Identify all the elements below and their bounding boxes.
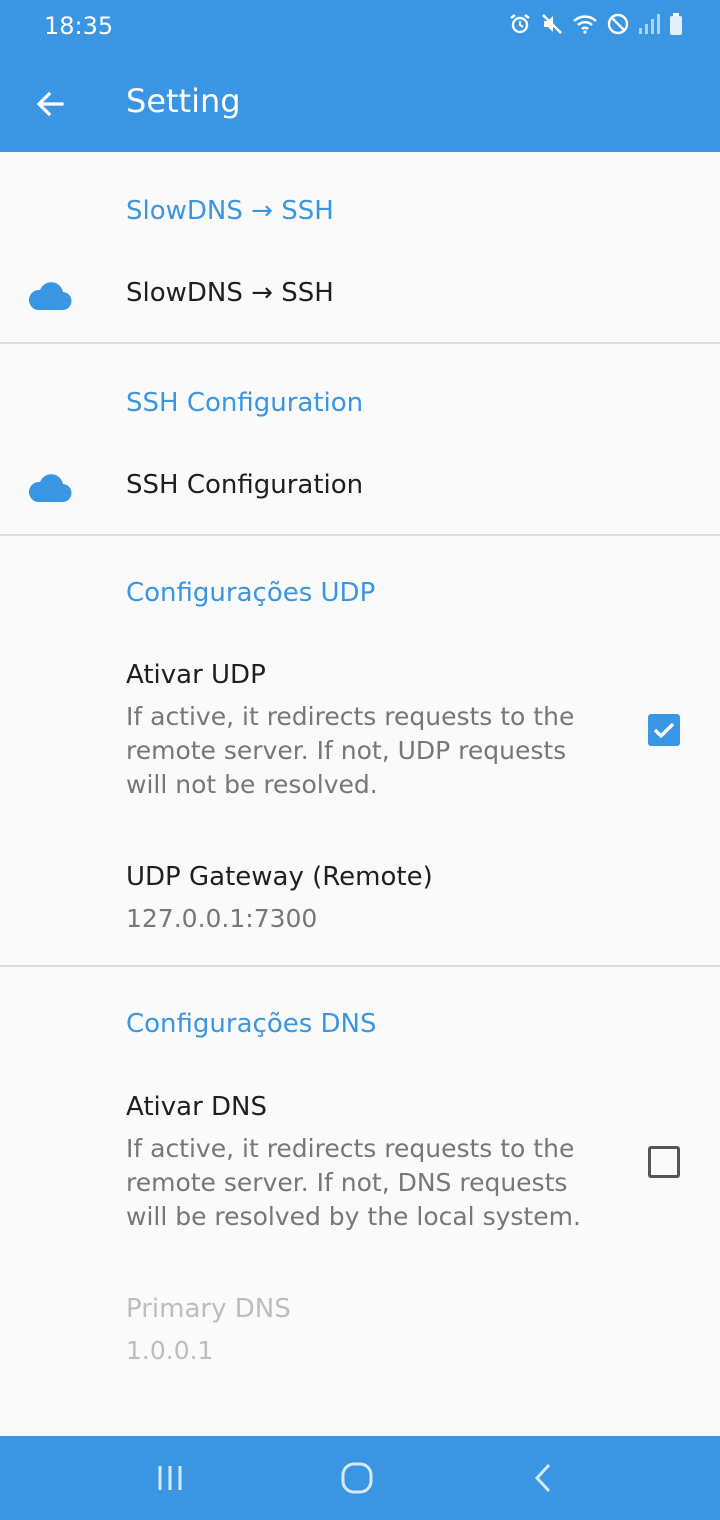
wifi-icon [572, 12, 598, 36]
status-bar: 18:35 [0, 0, 720, 56]
pref-enable-udp-summary: If active, it redirects requests to the … [126, 702, 575, 799]
alarm-icon [508, 12, 532, 36]
system-back-button[interactable] [514, 1452, 574, 1504]
pref-udp-gateway-value: 127.0.0.1:7300 [126, 904, 318, 933]
navigation-bar [0, 1436, 720, 1520]
home-icon [341, 1462, 373, 1494]
mute-icon [540, 12, 564, 36]
dns-checkbox[interactable] [648, 1146, 680, 1178]
pref-enable-udp-title: Ativar UDP [126, 660, 266, 690]
cloud-icon [28, 474, 72, 503]
back-icon [534, 1463, 551, 1493]
divider [0, 965, 720, 967]
pref-ssh-title: SSH Configuration [126, 470, 364, 500]
back-button[interactable] [26, 80, 74, 128]
pref-primary-dns-value: 1.0.0.1 [126, 1336, 214, 1365]
status-time: 18:35 [44, 12, 114, 40]
category-ssh: SSH Configuration [126, 388, 364, 418]
category-dns: Configurações DNS [126, 1009, 377, 1039]
udp-checkbox[interactable] [648, 714, 680, 746]
pref-udp-gateway-title: UDP Gateway (Remote) [126, 862, 433, 892]
pref-slowdns-title: SlowDNS → SSH [126, 278, 334, 308]
battery-icon [668, 12, 684, 36]
app-bar: Setting [0, 56, 720, 152]
signal-icon [638, 12, 660, 36]
pref-primary-dns-title: Primary DNS [126, 1294, 291, 1324]
pref-enable-dns-summary: If active, it redirects requests to the … [126, 1134, 581, 1231]
settings-list[interactable]: SlowDNS → SSH SlowDNS → SSH SSH Configur… [0, 152, 720, 1436]
arrow-left-icon [36, 91, 64, 117]
do-not-disturb-icon [606, 12, 630, 36]
cloud-icon [28, 282, 72, 311]
divider [0, 342, 720, 344]
home-button[interactable] [327, 1452, 387, 1504]
category-slowdns: SlowDNS → SSH [126, 196, 334, 226]
category-udp: Configurações UDP [126, 578, 376, 608]
page-title: Setting [126, 82, 241, 120]
recent-apps-icon [158, 1466, 182, 1490]
status-icons [508, 12, 684, 36]
check-icon [653, 722, 675, 739]
divider [0, 534, 720, 536]
recent-apps-button[interactable] [140, 1452, 200, 1504]
pref-enable-dns-title: Ativar DNS [126, 1092, 267, 1122]
